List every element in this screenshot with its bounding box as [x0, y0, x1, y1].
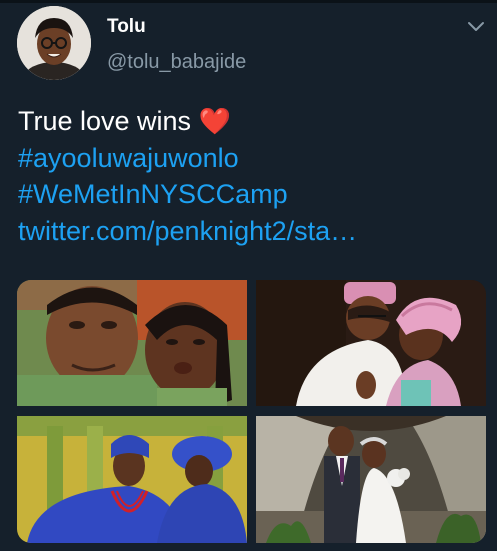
author-name[interactable]: Tolu: [107, 16, 146, 38]
media-grid: [17, 280, 486, 543]
media-photo-traditional-attire[interactable]: [17, 416, 247, 543]
chevron-down-icon[interactable]: [466, 20, 486, 34]
hashtag-link[interactable]: #WeMetInNYSCCamp: [18, 176, 357, 213]
tweet-text: True love wins ❤️ #ayooluwajuwonlo #WeMe…: [18, 103, 357, 249]
author-handle[interactable]: @tolu_babajide: [107, 51, 246, 74]
tweet-line-1: True love wins ❤️: [18, 103, 357, 140]
media-photo-wedding[interactable]: [256, 416, 486, 543]
media-photo-selfie[interactable]: [17, 280, 247, 406]
hashtag-link[interactable]: #ayooluwajuwonlo: [18, 140, 357, 177]
tweet-url-link[interactable]: twitter.com/penknight2/sta…: [18, 213, 357, 250]
media-photo-kiss[interactable]: [256, 280, 486, 406]
top-edge-strip: [0, 0, 497, 3]
heart-emoji-icon: ❤️: [198, 106, 231, 136]
author-avatar[interactable]: [17, 6, 91, 80]
tweet-message: True love wins: [18, 106, 192, 136]
